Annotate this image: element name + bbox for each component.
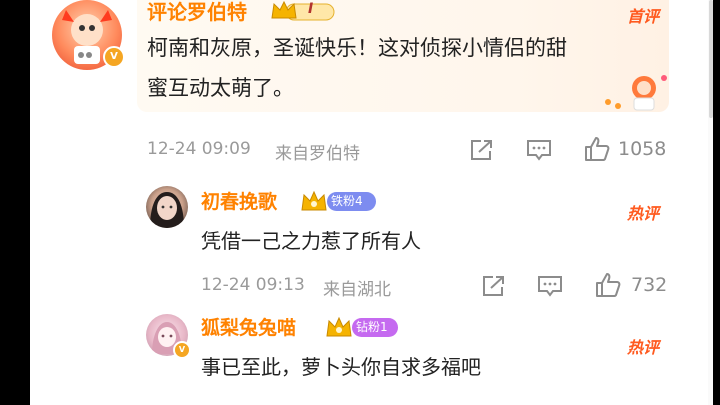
top-comment-source: 来自罗伯特 — [275, 144, 360, 164]
reply1-like-icon[interactable] — [594, 271, 622, 299]
top-comment-timestamp: 12-24 09:09 — [147, 139, 251, 159]
reply2-hot-tag: 热评 — [627, 338, 660, 357]
reply1-timestamp: 12-24 09:13 — [201, 275, 305, 295]
comment-feed: V 评论罗伯特 I 首评 柯南和灰原，圣诞快乐！这对侦探小情侣的甜 蜜互动太萌了… — [0, 0, 720, 405]
diamond-fan-badge: 钻粉1 — [352, 318, 398, 337]
reply1-avatar-face-icon — [150, 192, 184, 228]
reply2-fan-crown-icon — [326, 316, 352, 337]
left-letterbox — [0, 0, 30, 405]
reply1-like-count: 732 — [631, 274, 668, 296]
top-comment-like-count: 1058 — [618, 138, 667, 160]
reply1-comment-icon[interactable] — [537, 274, 563, 298]
top-comment-username[interactable]: 评论罗伯特 — [147, 0, 247, 24]
mascot-sticker-icon — [605, 75, 667, 111]
level-crown-badge: I — [270, 0, 336, 22]
top-comment-text-line1: 柯南和灰原，圣诞快乐！这对侦探小情侣的甜 — [147, 36, 567, 60]
fan-crown-icon — [301, 190, 327, 211]
reply1-share-icon[interactable] — [481, 274, 507, 298]
reply1-text: 凭借一己之力惹了所有人 — [201, 229, 421, 253]
reply1-hot-tag: 热评 — [627, 204, 660, 223]
iron-fan-badge: 铁粉4 — [327, 192, 376, 211]
verified-badge-icon: V — [103, 46, 125, 68]
crown-icon — [271, 0, 335, 21]
comment-icon[interactable] — [526, 138, 552, 162]
reply1-avatar[interactable] — [146, 186, 188, 228]
reply1-username[interactable]: 初春挽歌 — [201, 190, 277, 214]
reply2-username[interactable]: 狐梨兔兔喵 — [201, 316, 296, 340]
right-letterbox — [713, 0, 720, 405]
reply1-source: 来自湖北 — [323, 280, 391, 300]
first-comment-tag: 首评 — [627, 7, 660, 26]
share-icon[interactable] — [469, 138, 495, 162]
top-comment-text-line2: 蜜互动太萌了。 — [147, 76, 294, 100]
like-icon[interactable] — [583, 135, 611, 163]
level-number: I — [308, 1, 314, 17]
reply2-verified-badge-icon: V — [173, 341, 191, 359]
reply2-text: 事已至此，萝卜头你自求多福吧 — [201, 355, 481, 379]
